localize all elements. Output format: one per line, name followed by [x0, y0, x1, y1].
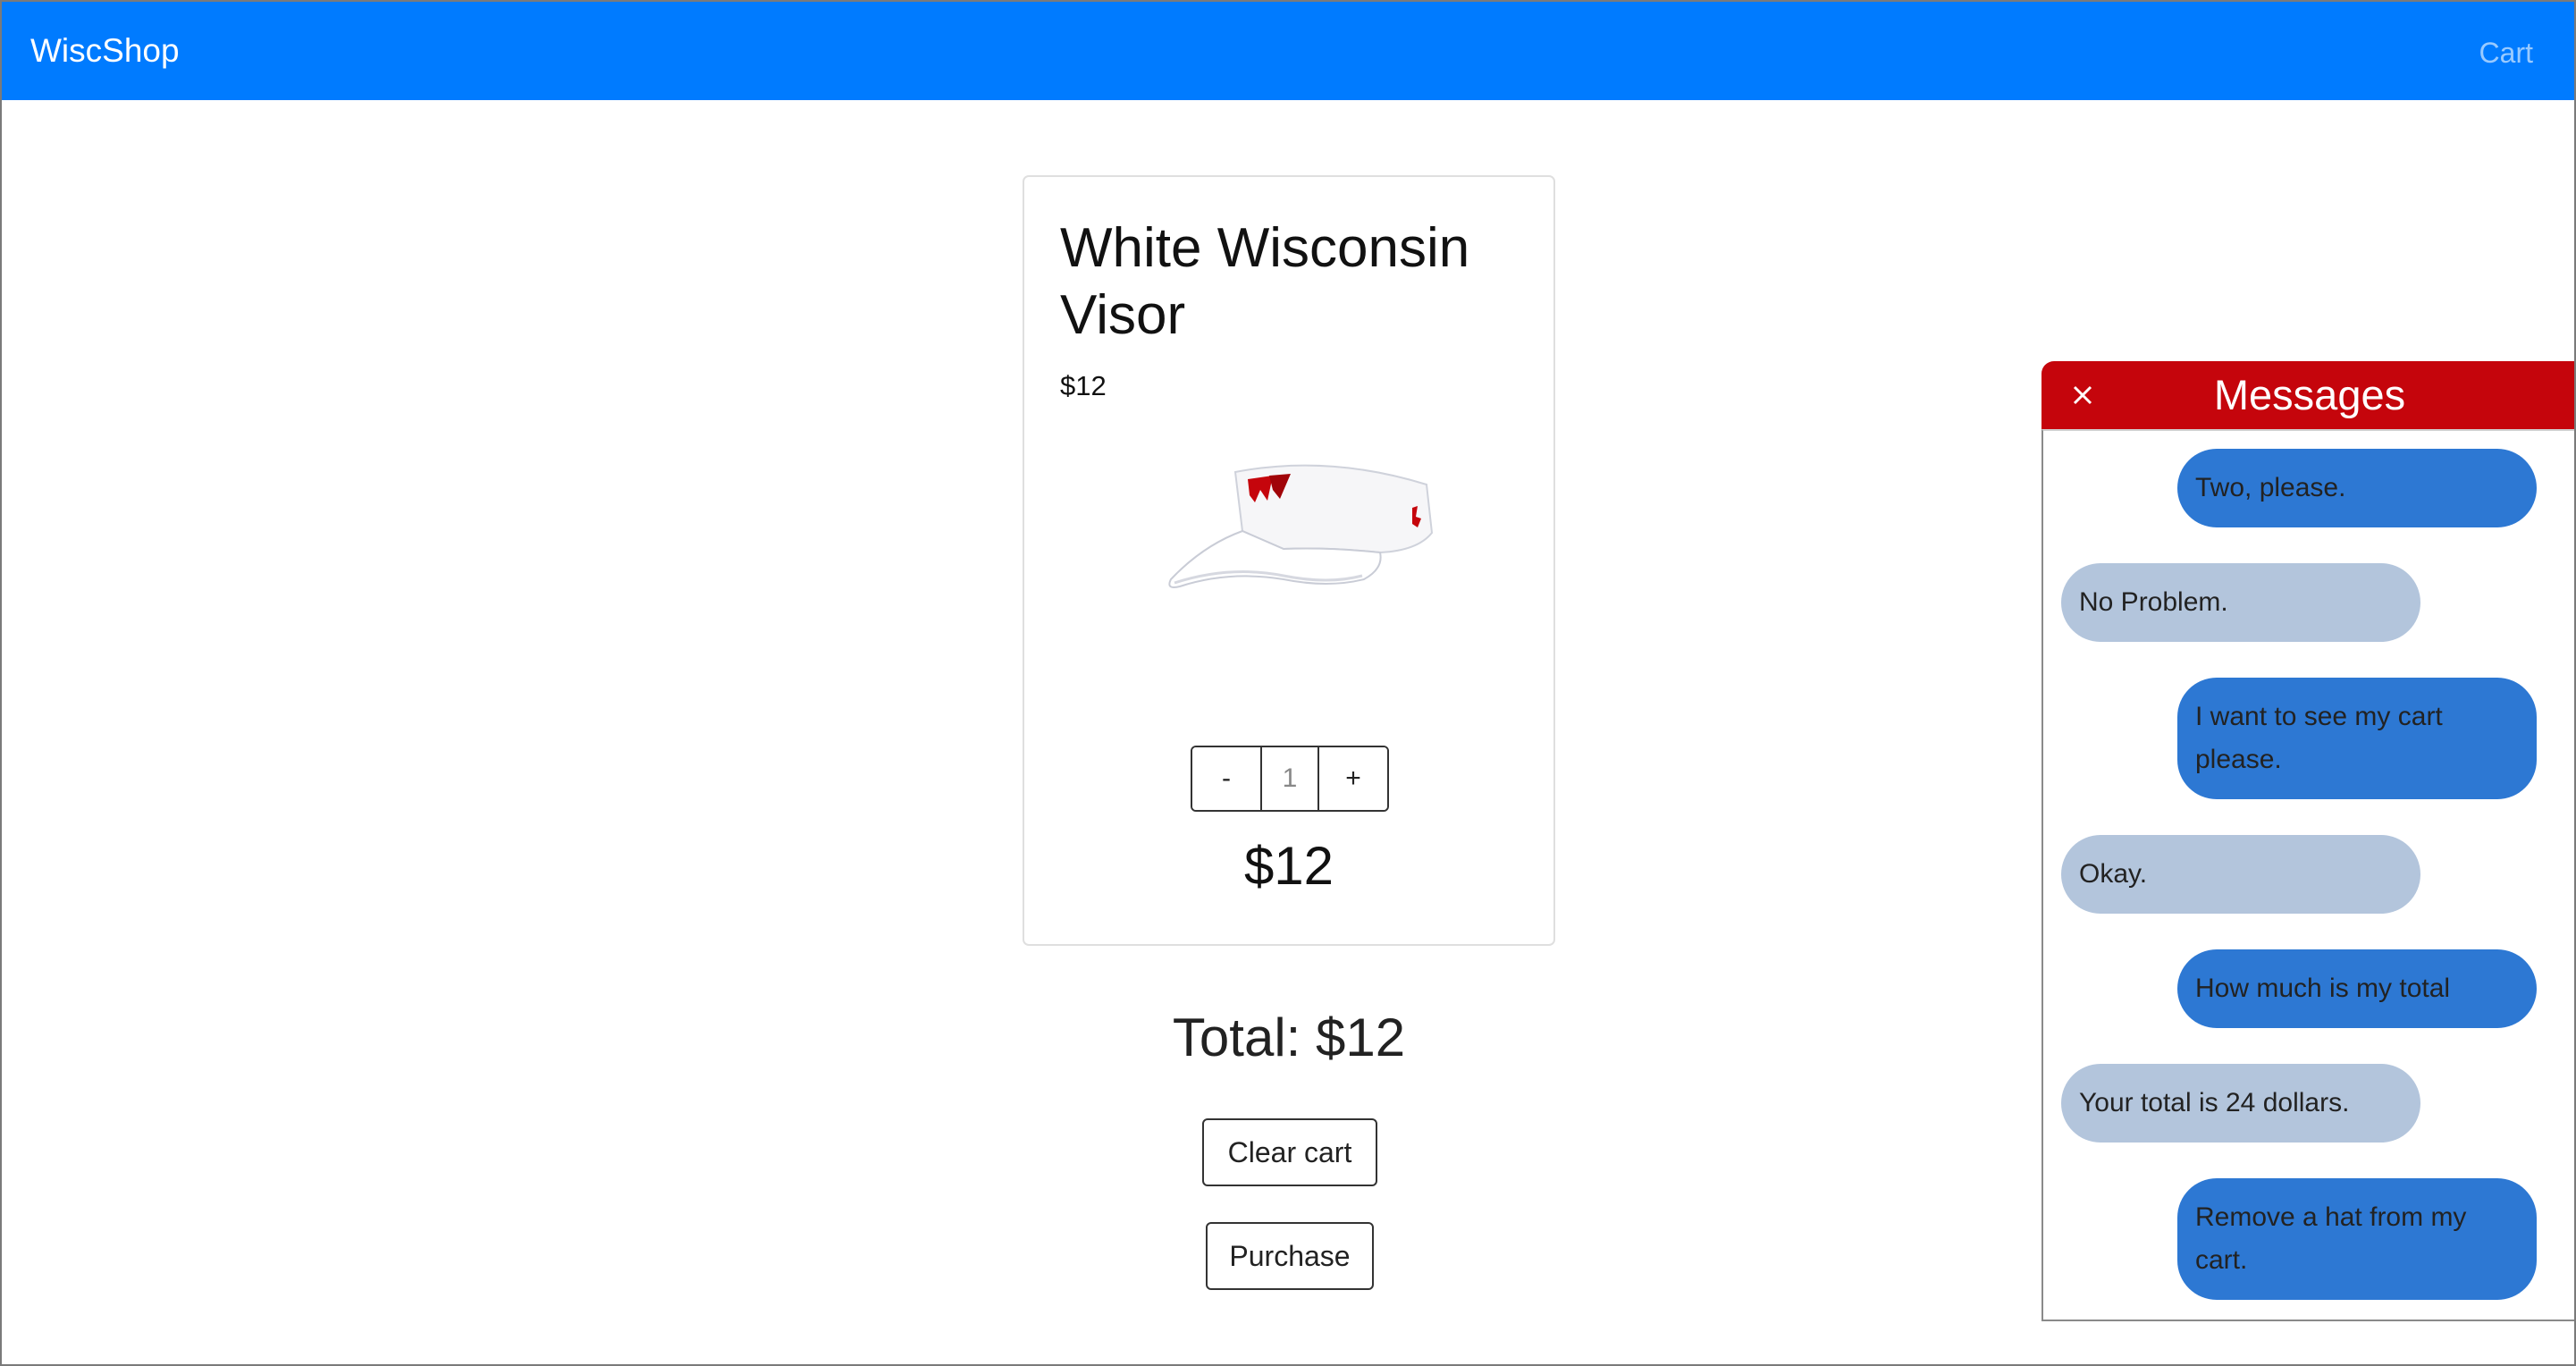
cart-link[interactable]: Cart	[2479, 30, 2533, 75]
messages-panel: Messages Two, please. No Problem. I want…	[2041, 361, 2574, 1323]
messages-title: Messages	[2213, 371, 2406, 418]
message-bubble-bot: No Problem.	[2061, 563, 2420, 642]
message-bubble-user: Two, please.	[2177, 449, 2537, 527]
product-price: $12	[1060, 370, 1107, 401]
product-image	[1168, 464, 1434, 588]
messages-header: Messages	[2041, 361, 2574, 429]
message-bubble-bot: Your total is 24 dollars.	[2061, 1064, 2420, 1143]
message-bubble-user: How much is my total	[2177, 949, 2537, 1028]
quantity-input[interactable]	[1262, 747, 1317, 810]
message-bubble-user: I want to see my cart please.	[2177, 678, 2537, 799]
decrement-button[interactable]: -	[1192, 747, 1262, 810]
cart-total: Total: $12	[1172, 1008, 1406, 1067]
product-title: White Wisconsin Visor	[1060, 217, 1470, 346]
quantity-stepper: - +	[1191, 746, 1389, 812]
product-card: White Wisconsin Visor $12 - + $12	[1023, 175, 1555, 946]
messages-list[interactable]: Two, please. No Problem. I want to see m…	[2041, 429, 2574, 1321]
message-bubble-bot: Okay.	[2061, 835, 2420, 914]
line-total: $12	[1243, 836, 1334, 896]
purchase-button[interactable]: Purchase	[1206, 1222, 1374, 1290]
clear-cart-button[interactable]: Clear cart	[1202, 1118, 1377, 1186]
navbar: WiscShop Cart	[2, 2, 2574, 100]
brand-link[interactable]: WiscShop	[30, 29, 180, 73]
app-window: WiscShop Cart White Wisconsin Visor $12 …	[0, 0, 2576, 1366]
increment-button[interactable]: +	[1317, 747, 1387, 810]
message-bubble-user: Remove a hat from my cart.	[2177, 1178, 2537, 1300]
